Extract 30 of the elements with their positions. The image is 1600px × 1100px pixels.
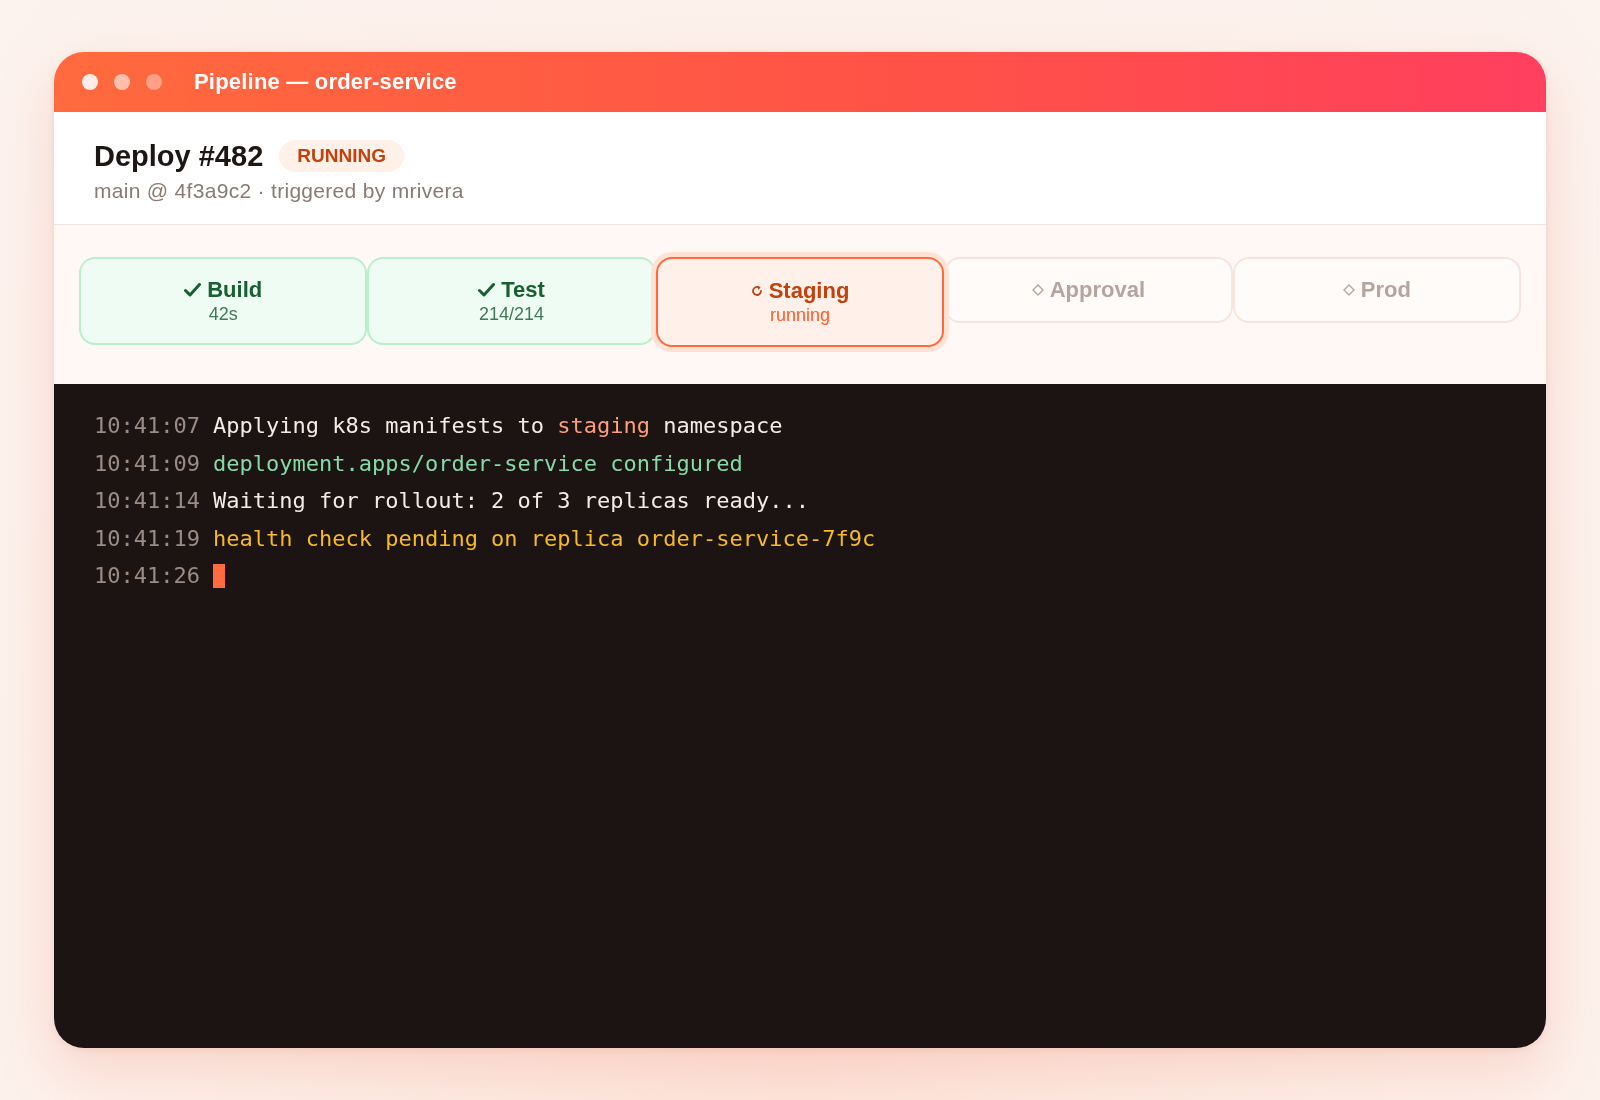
check-icon <box>478 283 496 297</box>
log-timestamp: 10:41:07 <box>94 413 200 439</box>
diamond-icon <box>1031 284 1044 296</box>
window-title: Pipeline — order-service <box>194 69 457 95</box>
stage-name: Test <box>501 277 545 303</box>
diamond-icon <box>1342 284 1355 296</box>
window-control-icon[interactable] <box>146 74 162 90</box>
status-badge: RUNNING <box>279 140 404 172</box>
log-message: Applying k8s manifests to staging namespace <box>212 413 783 439</box>
deploy-meta: main @ 4f3a9c2 · triggered by mrivera <box>94 178 464 204</box>
window-control-icon[interactable] <box>114 74 130 90</box>
log-message: deployment.apps/order-service configured <box>212 450 743 476</box>
log-timestamp: 10:41:14 <box>94 488 200 514</box>
log-message: Waiting for rollout: 2 of 3 replicas ready... <box>212 488 809 514</box>
refresh-icon <box>750 285 763 297</box>
stage-name: Build <box>207 277 263 303</box>
stage-name: Approval <box>1049 277 1146 303</box>
stage-detail: running <box>770 304 831 326</box>
check-icon <box>184 283 202 297</box>
stage-detail: 42s <box>208 303 238 325</box>
log-timestamp: 10:41:19 <box>94 525 200 551</box>
window-control-icon[interactable] <box>82 74 98 90</box>
log-timestamp: 10:41:26 <box>94 563 200 589</box>
stage-detail: 214/214 <box>479 303 545 325</box>
stage-card[interactable]: Build 42s <box>79 257 368 345</box>
stage-name: Prod <box>1360 277 1411 303</box>
log-message: health check pending on replica order-service-7f9c <box>212 525 876 551</box>
log-timestamp: 10:41:09 <box>94 450 200 476</box>
deploy-title: Deploy #482 <box>94 139 264 174</box>
stage-name: Staging <box>768 278 850 304</box>
